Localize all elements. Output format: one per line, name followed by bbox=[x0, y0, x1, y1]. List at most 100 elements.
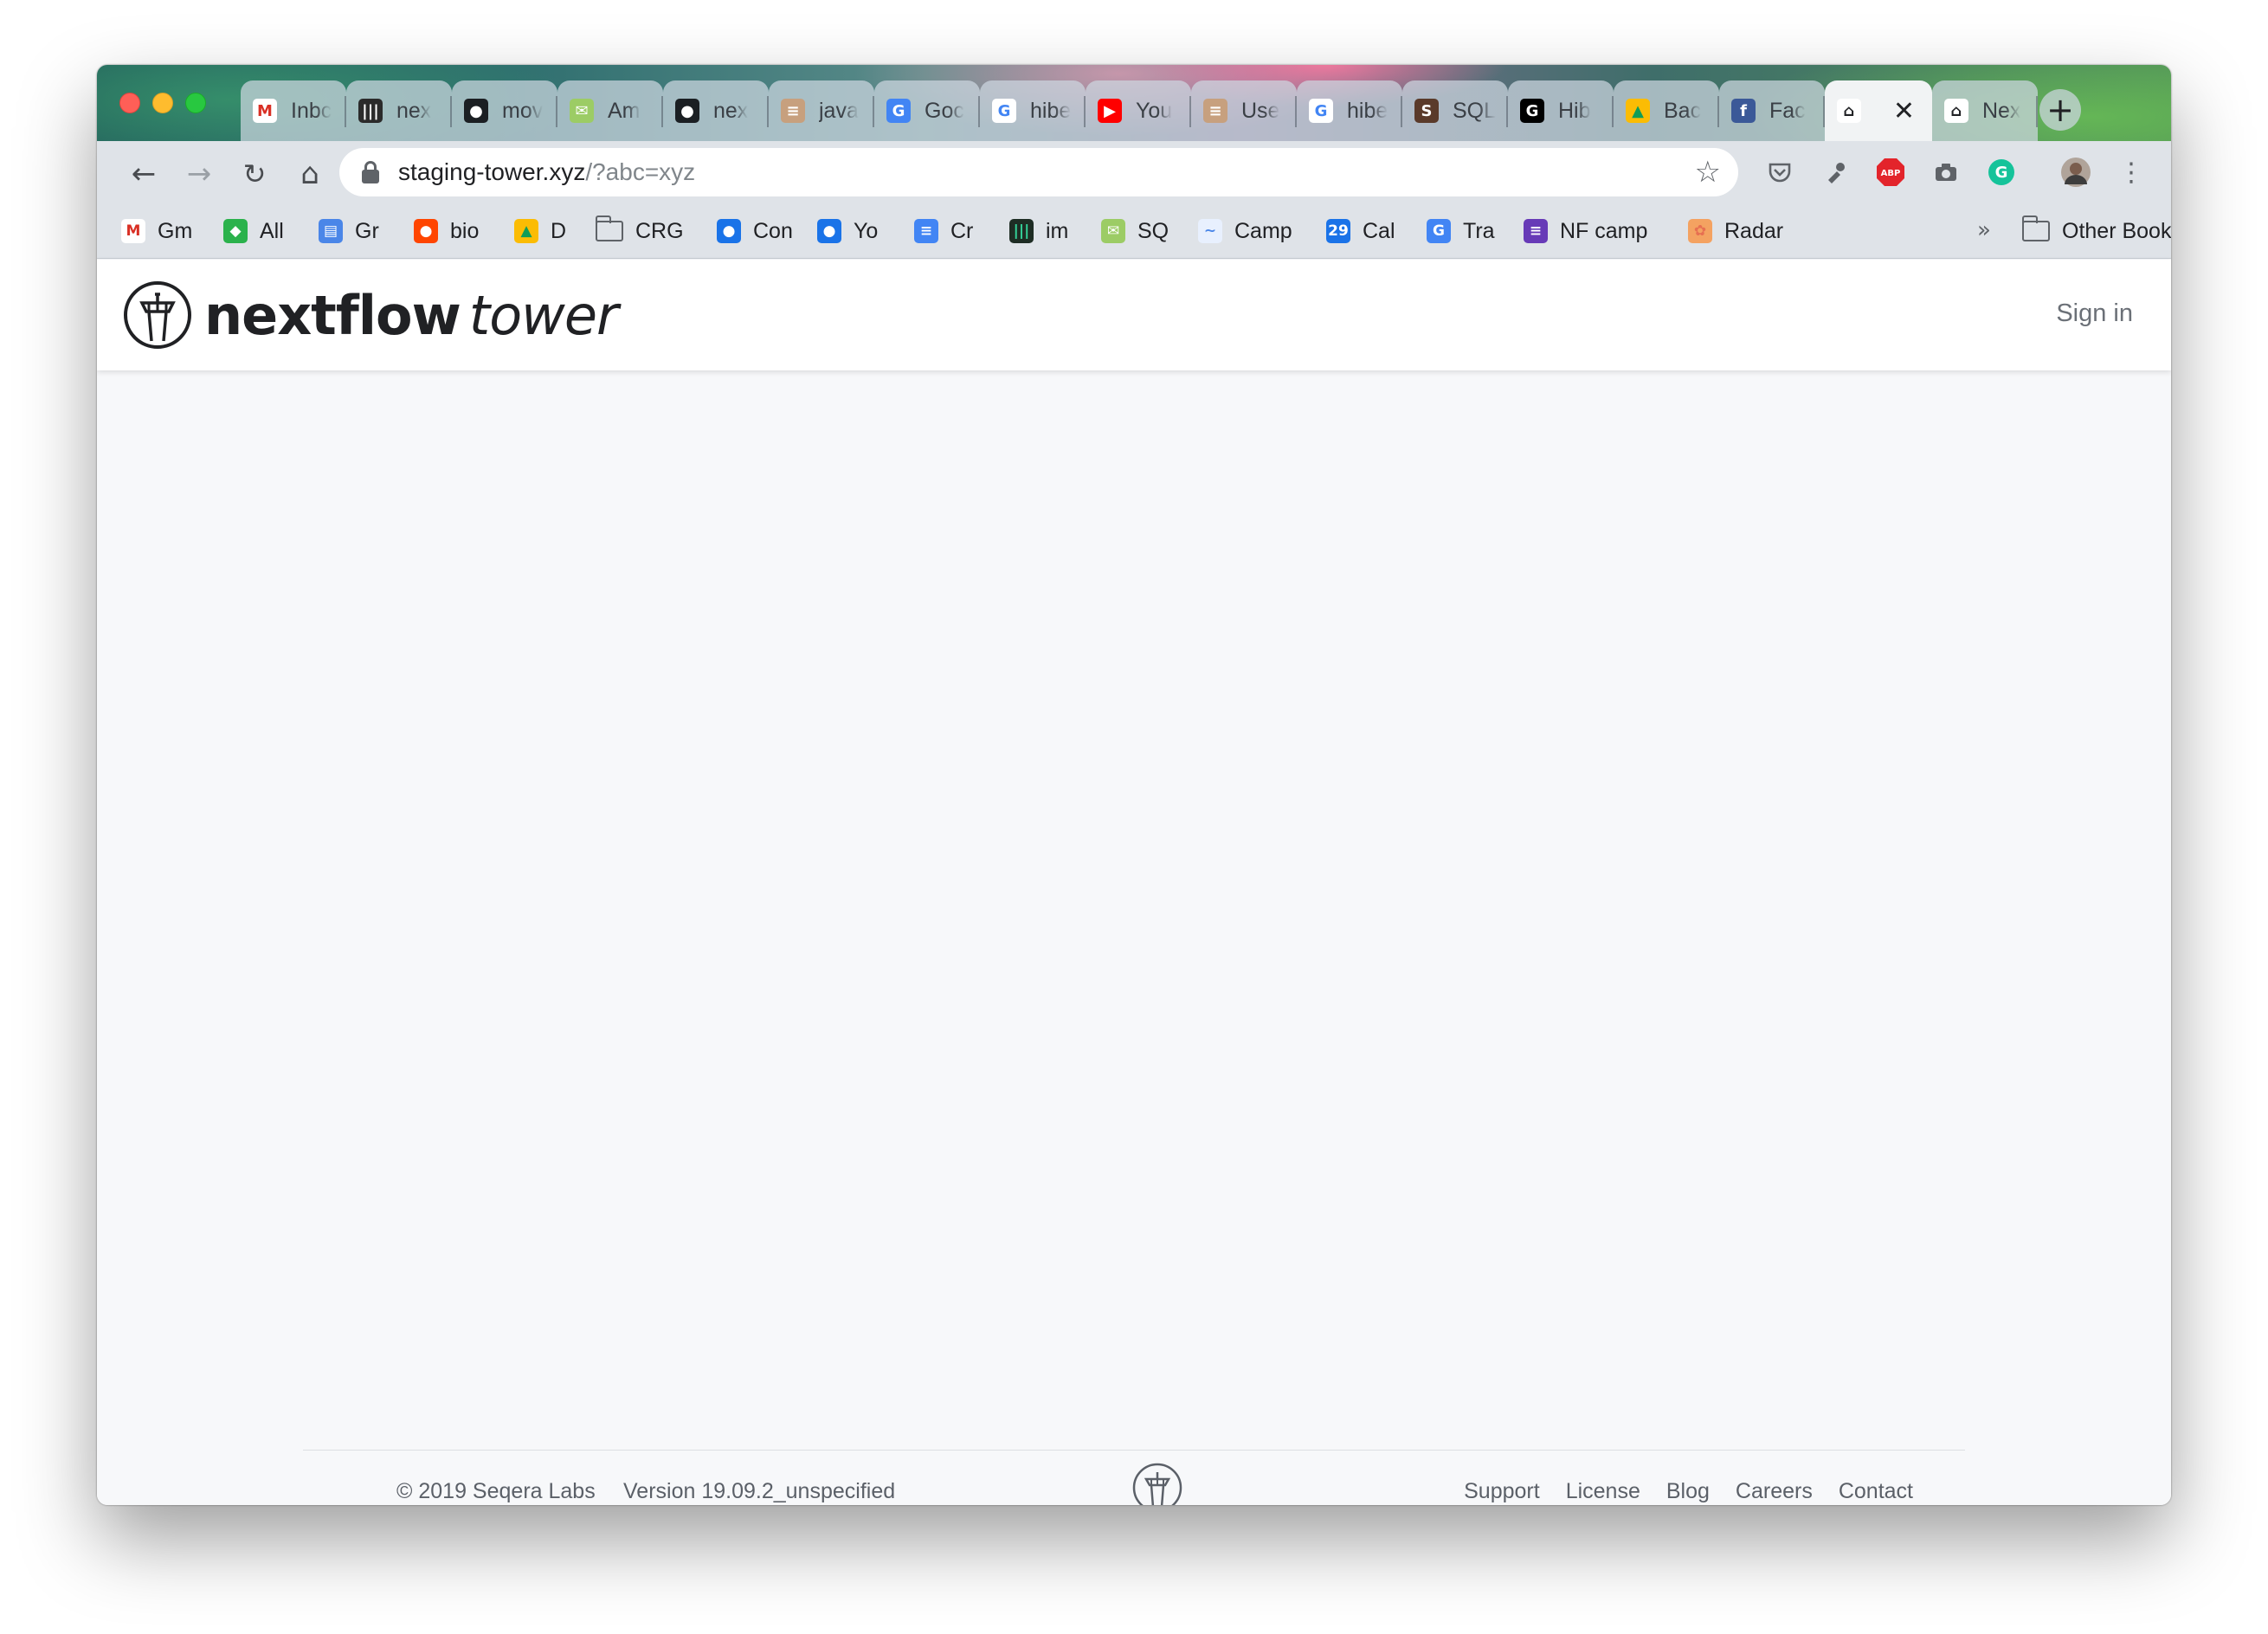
tower-icon: ⌂ bbox=[1944, 99, 1968, 123]
other-bookmarks-folder[interactable]: Other Bookmarks bbox=[2022, 214, 2171, 248]
tab-8[interactable]: ▶ You bbox=[1086, 80, 1191, 141]
tab-strip: M Inbc ||| nex ● mov ✉ Am ● nex ≡ java G Goc Ghibe ▶ You… bbox=[97, 65, 2171, 141]
github-icon: ● bbox=[464, 99, 488, 123]
feedly-icon: ◆ bbox=[223, 219, 248, 243]
menu-kebab-icon[interactable]: ⋮ bbox=[2114, 155, 2149, 190]
tab-9[interactable]: ≡ Use bbox=[1191, 80, 1297, 141]
bookmark-12[interactable]: 29 Cal bbox=[1326, 214, 1395, 248]
bookmarks-overflow-button[interactable]: » bbox=[1977, 217, 1991, 243]
camera-icon[interactable] bbox=[1929, 155, 1963, 190]
back-button[interactable]: ← bbox=[126, 157, 161, 191]
tab-10[interactable]: Ghibe bbox=[1297, 80, 1402, 141]
footer-link-contact[interactable]: Contact bbox=[1839, 1479, 1913, 1504]
tab-3[interactable]: ✉ Am bbox=[557, 80, 663, 141]
footer-link-careers[interactable]: Careers bbox=[1736, 1479, 1813, 1504]
reload-button[interactable]: ↻ bbox=[237, 157, 272, 191]
tab-2[interactable]: ● mov bbox=[452, 80, 557, 141]
bookmark-label: bio bbox=[450, 218, 480, 243]
tab-1[interactable]: ||| nex bbox=[346, 80, 452, 141]
bookmark-label: Camp bbox=[1234, 218, 1292, 243]
bookmark-label: Cr bbox=[950, 218, 974, 243]
tab-12[interactable]: G Hib bbox=[1508, 80, 1614, 141]
calendar-icon: 29 bbox=[1326, 219, 1350, 243]
tab-label: nex bbox=[396, 98, 432, 123]
tab-label: nex bbox=[713, 98, 749, 123]
tab-13[interactable]: ▲ Bac bbox=[1614, 80, 1719, 141]
translate-icon: G bbox=[1427, 219, 1451, 243]
url-text[interactable]: staging-tower.xyz/?abc=xyz bbox=[398, 158, 695, 186]
fullscreen-window-button[interactable] bbox=[185, 93, 206, 113]
eyedropper-icon[interactable] bbox=[1818, 155, 1852, 190]
translate-icon: G bbox=[886, 99, 911, 123]
bookmark-9[interactable]: ||| im bbox=[1009, 214, 1068, 248]
sign-in-link[interactable]: Sign in bbox=[2056, 299, 2133, 328]
tab-4[interactable]: ● nex bbox=[663, 80, 769, 141]
bookmark-0[interactable]: M Gm bbox=[121, 214, 192, 248]
tab-14[interactable]: f Fac bbox=[1719, 80, 1825, 141]
bars-icon: ||| bbox=[358, 99, 383, 123]
footer-link-license[interactable]: License bbox=[1566, 1479, 1640, 1504]
app-logo-wordmark[interactable]: nextflow tower bbox=[204, 284, 619, 347]
new-tab-button[interactable]: + bbox=[2039, 89, 2081, 131]
home-button[interactable]: ⌂ bbox=[293, 157, 327, 191]
docs-icon: ≡ bbox=[914, 219, 938, 243]
bookmark-10[interactable]: ✉ SQ bbox=[1101, 214, 1169, 248]
radar-icon: ✿ bbox=[1688, 219, 1712, 243]
forward-button[interactable]: → bbox=[182, 157, 216, 191]
brand-name: nextflow bbox=[204, 284, 461, 347]
bookmark-6[interactable]: ● Con bbox=[717, 214, 793, 248]
footer-divider bbox=[303, 1450, 1965, 1451]
bookmark-14[interactable]: ≡ NF camp bbox=[1524, 214, 1647, 248]
profile-avatar[interactable] bbox=[2059, 155, 2093, 190]
g-icon: G bbox=[1520, 99, 1544, 123]
bookmark-8[interactable]: ≡ Cr bbox=[914, 214, 973, 248]
tab-0[interactable]: M Inbc bbox=[241, 80, 346, 141]
tab-label: SQL bbox=[1453, 98, 1497, 123]
bookmark-label: SQ bbox=[1137, 218, 1169, 243]
grammarly-icon[interactable]: G bbox=[1984, 155, 2019, 190]
bookmark-13[interactable]: G Tra bbox=[1427, 214, 1495, 248]
close-window-button[interactable] bbox=[119, 93, 140, 113]
tab-15[interactable]: ⌂ ✕ bbox=[1825, 80, 1932, 141]
tab-label: Goc bbox=[925, 98, 964, 123]
url-rest: /?abc=xyz bbox=[585, 158, 696, 185]
tab-label: Inbc bbox=[291, 98, 332, 123]
bookmark-7[interactable]: ● Yo bbox=[817, 214, 878, 248]
bookmark-2[interactable]: ▤ Gr bbox=[319, 214, 379, 248]
close-tab-icon[interactable]: ✕ bbox=[1893, 96, 1915, 126]
tab-6[interactable]: G Goc bbox=[874, 80, 980, 141]
tab-5[interactable]: ≡ java bbox=[769, 80, 874, 141]
bookmark-11[interactable]: ~ Camp bbox=[1198, 214, 1292, 248]
gmail-icon: M bbox=[121, 219, 145, 243]
tab-11[interactable]: S SQL bbox=[1402, 80, 1508, 141]
minimize-window-button[interactable] bbox=[152, 93, 173, 113]
bookmark-4[interactable]: ▲ D bbox=[514, 214, 566, 248]
tab-label: Hib bbox=[1558, 98, 1591, 123]
bookmark-1[interactable]: ◆ All bbox=[223, 214, 284, 248]
adblock-icon[interactable]: ABP bbox=[1873, 155, 1908, 190]
bookmark-15[interactable]: ✿ Radar bbox=[1688, 214, 1783, 248]
tower-icon: ⌂ bbox=[1837, 99, 1861, 123]
svg-text:ABP: ABP bbox=[1881, 169, 1901, 178]
bookmark-3[interactable]: ● bio bbox=[414, 214, 479, 248]
version-text: Version 19.09.2_unspecified bbox=[623, 1479, 896, 1503]
tower-logo-icon[interactable] bbox=[123, 280, 192, 350]
lock-icon[interactable] bbox=[362, 161, 379, 183]
bookmark-star-icon[interactable]: ☆ bbox=[1695, 155, 1721, 190]
bookmark-5[interactable]: CRG bbox=[596, 214, 684, 248]
campaign-icon: ~ bbox=[1198, 219, 1222, 243]
other-bookmarks-label: Other Bookmarks bbox=[2062, 218, 2171, 243]
facebook-icon: f bbox=[1731, 99, 1756, 123]
tab-label: Nex bbox=[1982, 98, 2021, 123]
folder-icon bbox=[2022, 216, 2050, 241]
bookmark-label: All bbox=[260, 218, 284, 243]
pocket-icon[interactable] bbox=[1762, 155, 1797, 190]
tab-7[interactable]: Ghibe bbox=[980, 80, 1086, 141]
footer-link-support[interactable]: Support bbox=[1464, 1479, 1540, 1504]
classroom-icon: ▤ bbox=[319, 219, 343, 243]
forms-icon: ≡ bbox=[1524, 219, 1548, 243]
address-bar[interactable]: staging-tower.xyz/?abc=xyz ☆ bbox=[339, 148, 1738, 196]
footer-link-blog[interactable]: Blog bbox=[1666, 1479, 1710, 1504]
tab-16[interactable]: ⌂ Nex bbox=[1932, 80, 2038, 141]
bookmark-label: Cal bbox=[1363, 218, 1395, 243]
